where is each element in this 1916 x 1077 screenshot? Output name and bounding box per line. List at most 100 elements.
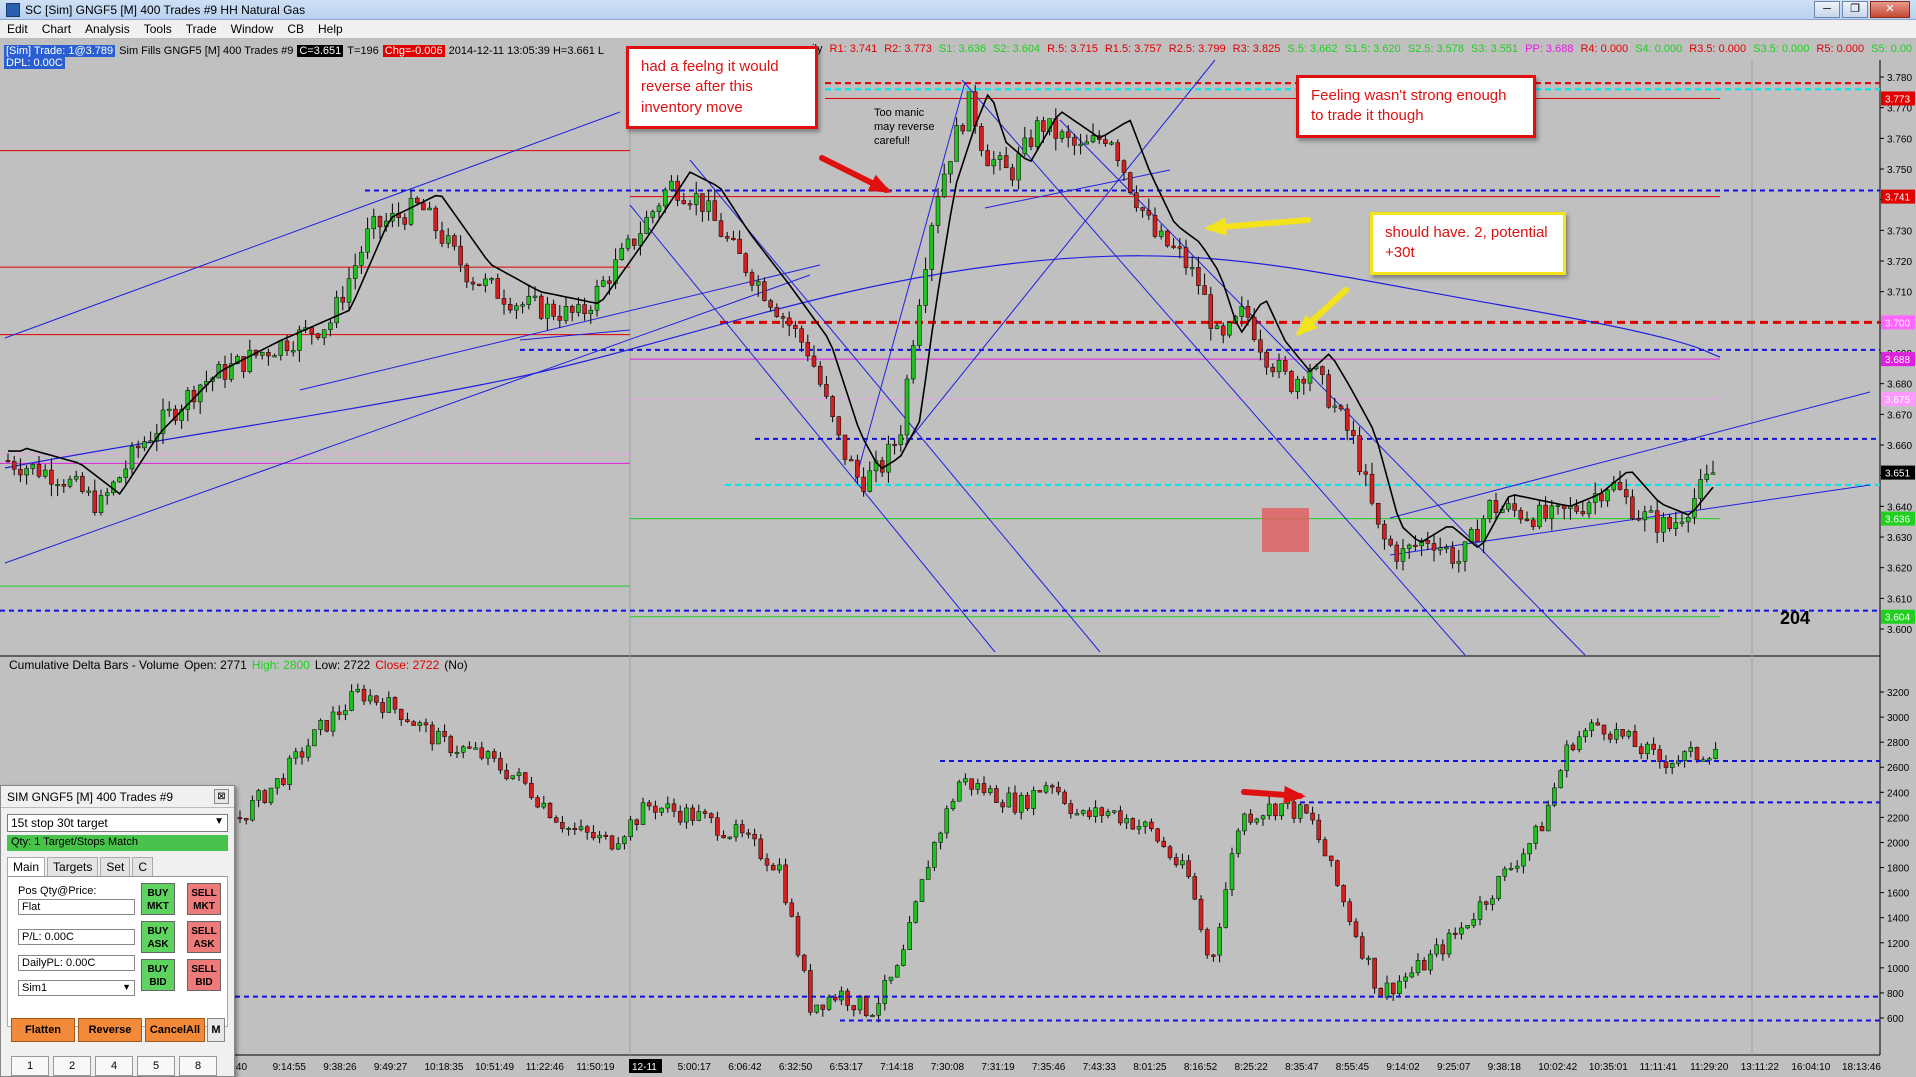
trade-window-title[interactable]: SIM GNGF5 [M] 400 Trades #9 ⊠ bbox=[1, 786, 234, 808]
app-icon bbox=[6, 2, 20, 17]
menu-help[interactable]: Help bbox=[311, 22, 350, 36]
pivot-level: R2: 3.773 bbox=[884, 43, 932, 55]
candle-body bbox=[1617, 481, 1623, 490]
delta-body bbox=[808, 970, 813, 1013]
delta-body bbox=[1105, 811, 1111, 816]
delta-title: Cumulative Delta Bars - Volume bbox=[9, 658, 180, 672]
menu-cb[interactable]: CB bbox=[280, 22, 311, 36]
tab-targets[interactable]: Targets bbox=[47, 857, 99, 876]
qty-preset-4[interactable]: 4 bbox=[95, 1056, 133, 1076]
menu-analysis[interactable]: Analysis bbox=[78, 22, 137, 36]
note-line: may reverse bbox=[874, 120, 935, 133]
delta-body bbox=[913, 901, 919, 923]
minimize-button[interactable]: ─ bbox=[1814, 1, 1840, 18]
delta-body bbox=[1508, 868, 1514, 871]
delta-body bbox=[584, 826, 590, 833]
time-tick-label: 18:13:46 bbox=[1842, 1062, 1881, 1073]
candle-body bbox=[1394, 544, 1400, 562]
delta-body bbox=[1037, 790, 1043, 793]
candle-body bbox=[427, 207, 432, 211]
chart-area[interactable]: 3.7803.7703.7603.7503.7403.7303.7203.710… bbox=[0, 40, 1916, 1077]
candle-body bbox=[1196, 267, 1201, 286]
trade-window-close-icon[interactable]: ⊠ bbox=[214, 789, 229, 804]
sell-ask-button[interactable]: SELL ASK bbox=[187, 921, 221, 953]
sell-bid-button[interactable]: SELL BID bbox=[187, 959, 221, 991]
candle-body bbox=[1425, 540, 1431, 544]
candle-body bbox=[762, 281, 767, 301]
delta-body bbox=[1366, 957, 1371, 960]
candle-body bbox=[786, 317, 792, 326]
chevron-down-icon: ▼ bbox=[122, 982, 131, 992]
menu-tools[interactable]: Tools bbox=[137, 22, 179, 36]
candle-body bbox=[483, 278, 488, 286]
menu-window[interactable]: Window bbox=[224, 22, 281, 36]
candle-body bbox=[1462, 541, 1468, 562]
candle-body bbox=[222, 364, 228, 380]
time-tick-label: 10:18:35 bbox=[425, 1062, 464, 1073]
delta-body bbox=[981, 783, 987, 793]
window-titlebar[interactable]: SC [Sim] GNGF5 [M] 400 Trades #9 HH Natu… bbox=[0, 0, 1916, 20]
time-tick-label: 11:22:46 bbox=[526, 1062, 565, 1073]
menu-trade[interactable]: Trade bbox=[179, 22, 224, 36]
delta-body bbox=[1204, 929, 1210, 956]
buy-bid-button[interactable]: BUY BID bbox=[141, 959, 175, 991]
price-tag-label: 3.651 bbox=[1885, 469, 1910, 480]
delta-tick-label: 2000 bbox=[1887, 838, 1910, 849]
candle-body bbox=[1220, 325, 1226, 336]
delta-body bbox=[1496, 876, 1501, 899]
tab-set[interactable]: Set bbox=[100, 857, 131, 876]
candle-body bbox=[1189, 267, 1195, 270]
delta-body bbox=[1607, 733, 1613, 740]
candle-body bbox=[414, 197, 420, 204]
candle-body bbox=[1326, 374, 1331, 408]
delta-body bbox=[1465, 925, 1470, 929]
price-chart-canvas[interactable]: 3.7803.7703.7603.7503.7403.7303.7203.710… bbox=[0, 40, 1916, 1077]
time-tick-label: 6:53:17 bbox=[830, 1062, 864, 1073]
qty-preset-5[interactable]: 5 bbox=[137, 1056, 175, 1076]
delta-body bbox=[442, 730, 447, 737]
candle-body bbox=[1239, 306, 1245, 317]
strategy-select[interactable]: 15t stop 30t target ▼ bbox=[7, 814, 228, 832]
restore-button[interactable]: ❐ bbox=[1842, 1, 1868, 18]
delta-body bbox=[256, 790, 261, 801]
qty-preset-8[interactable]: 8 bbox=[179, 1056, 217, 1076]
chevron-down-icon: ▼ bbox=[214, 816, 224, 827]
delta-body bbox=[1620, 729, 1625, 737]
note-line: Too manic bbox=[874, 107, 925, 119]
delta-body bbox=[361, 688, 367, 702]
cancel-all-button[interactable]: CancelAll bbox=[145, 1018, 205, 1042]
buy-ask-button[interactable]: BUY ASK bbox=[141, 921, 175, 953]
delta-body bbox=[1669, 763, 1675, 768]
candle-body bbox=[985, 150, 990, 167]
price-tick-label: 3.760 bbox=[1887, 134, 1912, 145]
candle-body bbox=[1171, 245, 1176, 248]
delta-tick-label: 1800 bbox=[1887, 864, 1910, 875]
sell-market-button[interactable]: SELL MKT bbox=[187, 883, 221, 915]
delta-body bbox=[994, 788, 999, 803]
tab-main[interactable]: Main bbox=[7, 857, 46, 876]
candle-body bbox=[607, 280, 612, 284]
delta-body bbox=[504, 769, 509, 779]
price-tag-label: 3.604 bbox=[1885, 613, 1910, 624]
menu-edit[interactable]: Edit bbox=[0, 22, 35, 36]
menu-chart[interactable]: Chart bbox=[35, 22, 78, 36]
reverse-button[interactable]: Reverse bbox=[78, 1018, 142, 1042]
qty-preset-1[interactable]: 1 bbox=[11, 1056, 49, 1076]
flatten-button[interactable]: Flatten bbox=[11, 1018, 75, 1042]
pl-field: P/L: 0.00C bbox=[18, 929, 135, 945]
trade-window[interactable]: SIM GNGF5 [M] 400 Trades #9 ⊠ 15t stop 3… bbox=[0, 785, 235, 1077]
pivot-level: R3: 3.825 bbox=[1232, 43, 1281, 55]
tab-c[interactable]: C bbox=[132, 857, 154, 876]
delta-body bbox=[1186, 860, 1191, 877]
date-marker: 12-11 bbox=[632, 1062, 657, 1073]
buy-market-button[interactable]: BUY MKT bbox=[141, 883, 175, 915]
delta-body bbox=[851, 1005, 857, 1011]
close-button[interactable]: ✕ bbox=[1870, 1, 1910, 18]
qty-preset-2[interactable]: 2 bbox=[53, 1056, 91, 1076]
price-tick-label: 3.670 bbox=[1887, 410, 1912, 421]
delta-body bbox=[491, 751, 497, 759]
delta-body bbox=[243, 817, 249, 821]
m-button[interactable]: M bbox=[207, 1018, 225, 1042]
delta-body bbox=[715, 817, 720, 836]
account-select[interactable]: Sim1 ▼ bbox=[18, 980, 135, 996]
